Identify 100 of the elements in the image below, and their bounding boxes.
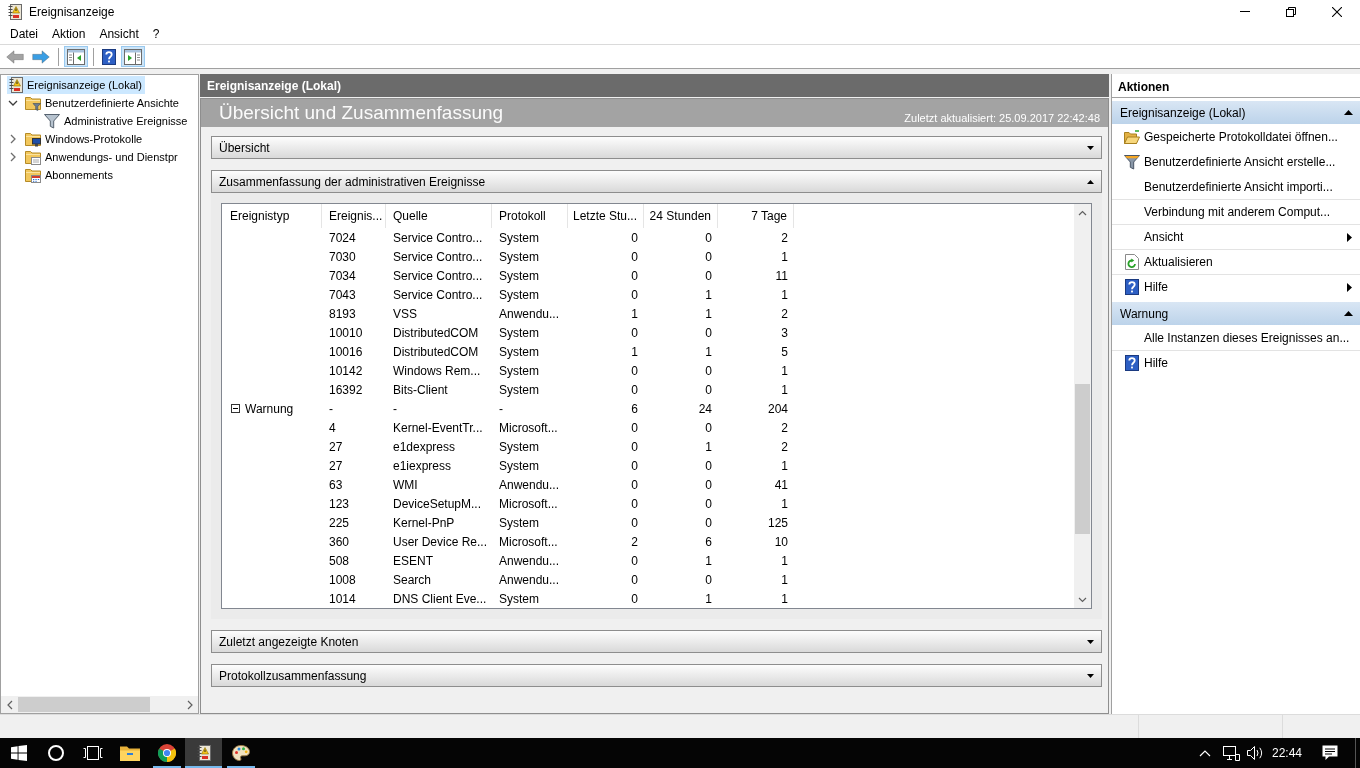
event-type: Warnung [245,401,294,416]
event-source: e1iexpress [393,458,452,473]
section-header[interactable]: Warnung [1112,302,1360,325]
event-count: 1 [781,363,788,378]
menu-item[interactable]: ? [145,24,167,43]
event-id: 4 [329,420,336,435]
chevron-left-icon[interactable] [6,699,13,710]
event-source: - [393,401,397,416]
log-name: Anwendu... [499,553,560,568]
event-count: 125 [767,515,788,530]
column-header[interactable]: Letzte Stu... [568,204,644,228]
folder-icon [119,745,140,761]
column-header[interactable]: Ereignistyp [222,204,322,228]
event-source: DistributedCOM [393,344,479,359]
scrollbar-thumb[interactable] [1075,384,1090,534]
column-header[interactable]: 7 Tage [718,204,794,228]
tree-item[interactable]: Administrative Ereignisse [42,112,191,130]
event-source: Service Contro... [393,268,483,283]
action-item[interactable]: Benutzerdefinierte Ansicht erstelle... [1112,149,1360,174]
action-item[interactable]: Ansicht [1112,224,1360,249]
minus-box-icon[interactable] [231,404,240,413]
column-header[interactable]: Ereignis... [322,204,386,228]
scrollbar-thumb[interactable] [18,697,150,712]
tree-pane-button[interactable] [64,46,88,67]
action-item[interactable]: Benutzerdefinierte Ansicht importi... [1112,174,1360,199]
event-id: 360 [329,534,350,549]
notification-icon[interactable] [1322,745,1338,761]
section-header[interactable]: Zusammenfassung der administrativen Ereignisse [211,170,1102,193]
action-item[interactable]: Hilfe [1112,350,1360,375]
event-id: 27 [329,439,343,454]
ring-icon [47,745,64,761]
log-name: Anwendu... [499,306,560,321]
event-count: 0 [631,249,638,264]
column-header[interactable]: Quelle [386,204,492,228]
event-id: 7043 [329,287,356,302]
event-id: 1014 [329,591,356,606]
taskbar-button[interactable] [185,738,222,768]
menu-item[interactable]: Aktion [45,24,93,43]
log-book-icon [9,77,23,93]
action-item[interactable]: Gespeicherte Protokolldatei öffnen... [1112,124,1360,149]
event-count: 1 [705,287,712,302]
section-header[interactable]: Übersicht [211,136,1102,159]
start-icon [10,745,27,761]
section-header[interactable]: Ereignisanzeige (Lokal) [1112,101,1360,124]
event-count: 0 [631,496,638,511]
event-source: Service Contro... [393,287,483,302]
chevron-right-icon[interactable] [10,152,16,162]
event-source: VSS [393,306,417,321]
folder-funnel-icon [25,95,41,111]
action-item[interactable]: Verbindung mit anderem Comput... [1112,199,1360,224]
tree-item[interactable]: Windows-Protokolle [23,130,146,148]
column-header[interactable]: Protokoll [492,204,568,228]
event-count: 41 [774,477,788,492]
log-name: System [499,287,539,302]
tree-item[interactable]: Ereignisanzeige (Lokal) [7,76,145,94]
section-header[interactable]: Zuletzt angezeigte Knoten [211,630,1102,653]
event-count: 0 [631,591,638,606]
action-item[interactable]: Alle Instanzen dieses Ereignisses an... [1112,325,1360,350]
event-id: 123 [329,496,350,511]
funnel-icon [44,113,60,129]
chevron-right-icon[interactable] [186,699,193,710]
log-name: Anwendu... [499,477,560,492]
menu-item[interactable]: Datei [3,24,45,43]
event-count: 0 [705,458,712,473]
chevron-down-icon[interactable] [8,100,18,106]
event-count: 6 [705,534,712,549]
event-count: 1 [781,458,788,473]
menu-item[interactable]: Ansicht [92,24,146,43]
chevron-down-icon[interactable] [1078,596,1087,603]
event-source: DistributedCOM [393,325,479,340]
action-item[interactable]: Hilfe [1112,274,1360,299]
event-count: 1 [781,572,788,587]
event-source: Kernel-EventTr... [393,420,483,435]
help-button[interactable] [99,46,119,67]
event-count: 0 [705,477,712,492]
action-pane-button[interactable] [121,46,145,67]
chevron-right-icon[interactable] [10,134,16,144]
tree-item[interactable]: Abonnements [23,166,116,184]
tree-item[interactable]: Anwendungs- und Dienstpr [23,148,181,166]
log-book-icon [8,3,22,20]
event-count: 1 [781,382,788,397]
speaker-icon[interactable] [1246,745,1264,761]
action-item[interactable]: Aktualisieren [1112,249,1360,274]
back-arrow-icon [6,49,24,64]
folder-monitor-icon [25,131,41,147]
round-logo-icon [157,744,176,762]
clock[interactable]: 22:44 [1268,746,1305,760]
help-icon [102,48,116,65]
event-id: 7030 [329,249,356,264]
section-header[interactable]: Protokollzusammenfassung [211,664,1102,687]
event-count: 0 [705,572,712,587]
network-icon[interactable] [1222,745,1240,761]
event-source: DeviceSetupM... [393,496,482,511]
tree-item[interactable]: Benutzerdefinierte Ansichte [23,94,182,112]
event-count: 1 [631,344,638,359]
folder-calendar-icon [25,167,41,183]
funnel-icon [1124,153,1140,170]
log-name: System [499,249,539,264]
event-id: 63 [329,477,343,492]
column-header[interactable]: 24 Stunden [644,204,718,228]
